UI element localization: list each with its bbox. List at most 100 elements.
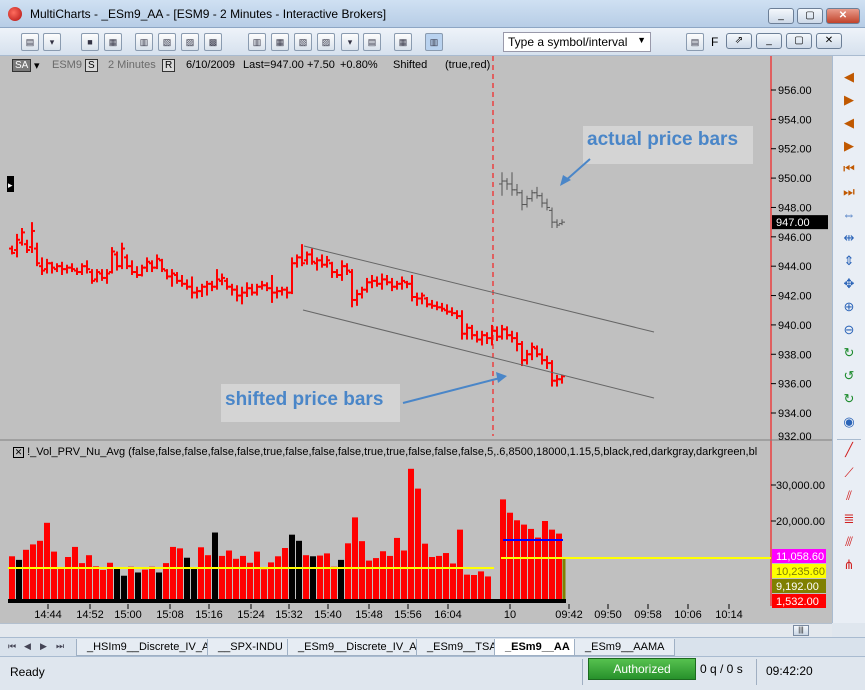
r-button[interactable]: R	[162, 59, 176, 72]
trading-icon[interactable]: ▥	[425, 33, 443, 51]
volume-bar	[471, 575, 477, 603]
change-pct-label: +0.80%	[340, 59, 378, 71]
volume-bar	[310, 556, 316, 603]
series-dropdown-icon[interactable]: ▾	[34, 59, 40, 72]
trendline-tool-icon[interactable]: ╱	[839, 441, 859, 459]
scroll-left-icon[interactable]: ◀	[839, 68, 859, 86]
zoom-out-icon[interactable]: ⊖	[839, 321, 859, 339]
volume-bar	[338, 559, 344, 603]
time-tick-label: 09:50	[594, 609, 622, 621]
print-icon[interactable]: ▦	[104, 33, 122, 51]
time-tick-label: 15:24	[237, 609, 265, 621]
status-ready: Ready	[10, 665, 45, 679]
mdi-close-button[interactable]: ✕	[816, 33, 842, 49]
mdi-minimize-button[interactable]: _	[756, 33, 782, 49]
minimize-button[interactable]: _	[768, 8, 794, 24]
tab-esm9-aama[interactable]: _ESm9__AAMA	[574, 639, 676, 656]
tab-spx-indu[interactable]: __SPX-INDU	[207, 639, 294, 656]
expand-horizontal-icon[interactable]: ⇔	[839, 206, 859, 224]
tabs-prev-icon[interactable]: ◀	[24, 641, 34, 653]
volume-value-label: 9,192.00	[776, 581, 819, 593]
page-right-icon[interactable]: ▶	[839, 137, 859, 155]
time-tick-label: 15:16	[195, 609, 223, 621]
fibonacci-tool-icon[interactable]: ≣	[839, 510, 859, 528]
volume-bar	[436, 555, 442, 603]
insert-study-icon[interactable]: ▥	[248, 33, 266, 51]
close-button[interactable]: ✕	[826, 8, 860, 24]
undo-zoom-icon[interactable]: ↺	[839, 367, 859, 385]
view-icon[interactable]: ◉	[839, 413, 859, 431]
new-scanner-icon[interactable]: ▧	[158, 33, 176, 51]
calendar-icon[interactable]: ▦	[394, 33, 412, 51]
chart-canvas[interactable]: actual price bars shifted price bars 956…	[0, 56, 832, 623]
price-tick-label: 944.00	[778, 261, 812, 273]
symbol-input[interactable]: Type a symbol/interval ▼	[503, 32, 651, 52]
save-icon[interactable]: ■	[81, 33, 99, 51]
volume-bar	[331, 566, 337, 603]
volume-bar	[352, 517, 358, 603]
volume-bar	[135, 572, 141, 603]
new-window-icon[interactable]: ▩	[204, 33, 222, 51]
fit-icon[interactable]: ✥	[839, 275, 859, 293]
parallel-lines-tool-icon[interactable]: ⫻	[839, 533, 859, 551]
volume-bar	[542, 521, 548, 603]
orders-counter: 0 q / 0 s	[700, 662, 743, 676]
mdi-restore-icon[interactable]: ⇗	[726, 33, 752, 49]
page-left-icon[interactable]: ◀	[839, 114, 859, 132]
workspace-icon[interactable]: ▨	[317, 33, 335, 51]
tab-esm9-aa[interactable]: _ESm9__AA	[494, 639, 581, 656]
new-document-icon[interactable]: ▤	[21, 33, 39, 51]
open-folder-icon[interactable]: ▾	[43, 33, 61, 51]
horizontal-scrollbar[interactable]: |||	[0, 623, 832, 637]
volume-bar	[191, 568, 197, 603]
price-tick-label: 950.00	[778, 173, 812, 185]
new-chart-icon[interactable]: ▥	[135, 33, 153, 51]
first-bar-icon[interactable]: ⏮	[839, 160, 859, 178]
volume-bar	[170, 546, 176, 603]
format-icon[interactable]: ▧	[294, 33, 312, 51]
shifted-arrowhead	[496, 372, 507, 383]
refresh-icon[interactable]: ↻	[839, 344, 859, 362]
toolbar-f-label: F	[711, 35, 719, 49]
insert-drawing-icon[interactable]: ▦	[271, 33, 289, 51]
compress-horizontal-icon[interactable]: ⇹	[839, 229, 859, 247]
volume-bar	[303, 555, 309, 603]
data-series-button[interactable]: SA	[12, 59, 32, 72]
chevron-down-icon[interactable]: ▼	[637, 35, 646, 45]
toolbar-dropdown-icon[interactable]: ▾	[341, 33, 359, 51]
volume-bar	[380, 551, 386, 603]
redo-zoom-icon[interactable]: ↻	[839, 390, 859, 408]
ray-tool-icon[interactable]: ⟋	[839, 464, 859, 482]
maximize-button[interactable]: ▢	[797, 8, 823, 24]
authorized-badge[interactable]: Authorized	[588, 658, 696, 680]
volume-value-label: 1,532.00	[776, 596, 819, 608]
zoom-in-icon[interactable]: ⊕	[839, 298, 859, 316]
s-button[interactable]: S	[85, 59, 98, 72]
expand-vertical-icon[interactable]: ⇕	[839, 252, 859, 270]
channel-tool-icon[interactable]: ⫽	[839, 487, 859, 505]
tab-esm9-discrete[interactable]: _ESm9__Discrete_IV_A	[287, 639, 428, 656]
panel-divider	[837, 439, 861, 440]
last-bar-icon[interactable]: ⏭	[839, 183, 859, 201]
volume-bar	[562, 557, 566, 603]
mdi-maximize-button[interactable]: ▢	[786, 33, 812, 49]
tabs-last-icon[interactable]: ⏭	[56, 641, 66, 653]
format-window-icon[interactable]: ▤	[686, 33, 704, 51]
volume-bar	[240, 555, 246, 603]
tab-hsim9-discrete[interactable]: _HSIm9__Discrete_IV_A	[76, 639, 221, 656]
volume-bar	[500, 499, 506, 603]
chart-analysis-icon[interactable]: ▤	[363, 33, 381, 51]
tabs-next-icon[interactable]: ▶	[40, 641, 50, 653]
volume-bar	[156, 572, 162, 603]
volume-bar	[58, 567, 64, 603]
scrollbar-thumb[interactable]: |||	[793, 625, 809, 636]
tabs-first-icon[interactable]: ⏮	[8, 641, 18, 653]
new-dom-icon[interactable]: ▨	[181, 33, 199, 51]
pitchfork-tool-icon[interactable]: ⋔	[839, 556, 859, 574]
close-indicator-icon[interactable]: ✕	[13, 446, 24, 458]
price-tick-label: 934.00	[778, 408, 812, 420]
volume-bar	[198, 547, 204, 603]
scroll-right-icon[interactable]: ▶	[839, 91, 859, 109]
status-bar: Ready Authorized 0 q / 0 s 09:42:20	[0, 656, 865, 690]
time-tick-label: 10:14	[715, 609, 743, 621]
